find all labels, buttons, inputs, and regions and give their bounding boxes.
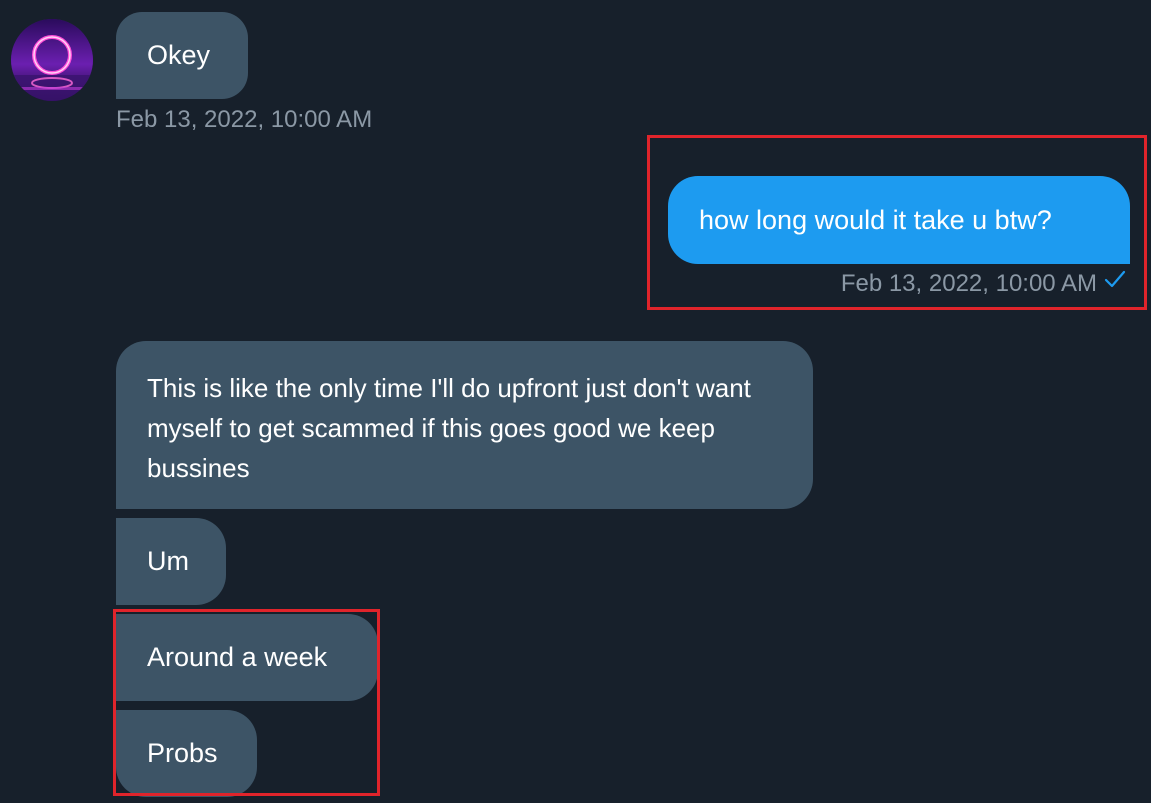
message-text: how long would it take u btw? [699, 205, 1052, 235]
message-text: Probs [147, 738, 218, 768]
message-bubble-outgoing[interactable]: how long would it take u btw? [668, 176, 1130, 264]
message-text: This is like the only time I'll do upfro… [147, 373, 751, 483]
message-bubble-incoming[interactable]: Okey [116, 12, 248, 99]
message-text: Okey [147, 40, 211, 70]
message-text: Around a week [147, 642, 328, 672]
check-icon [1103, 267, 1127, 299]
sender-avatar[interactable] [11, 19, 93, 101]
message-timestamp: Feb 13, 2022, 10:00 AM [841, 269, 1127, 299]
message-bubble-incoming[interactable]: Around a week [116, 614, 378, 701]
timestamp-text: Feb 13, 2022, 10:00 AM [840, 270, 1097, 297]
message-bubble-incoming[interactable]: Um [116, 518, 226, 605]
message-timestamp: Feb 13, 2022, 10:00 AM [116, 106, 373, 133]
avatar-image [11, 19, 93, 101]
message-bubble-incoming[interactable]: This is like the only time I'll do upfro… [116, 341, 813, 509]
message-text: Um [147, 546, 189, 576]
message-bubble-incoming[interactable]: Probs [116, 710, 257, 797]
